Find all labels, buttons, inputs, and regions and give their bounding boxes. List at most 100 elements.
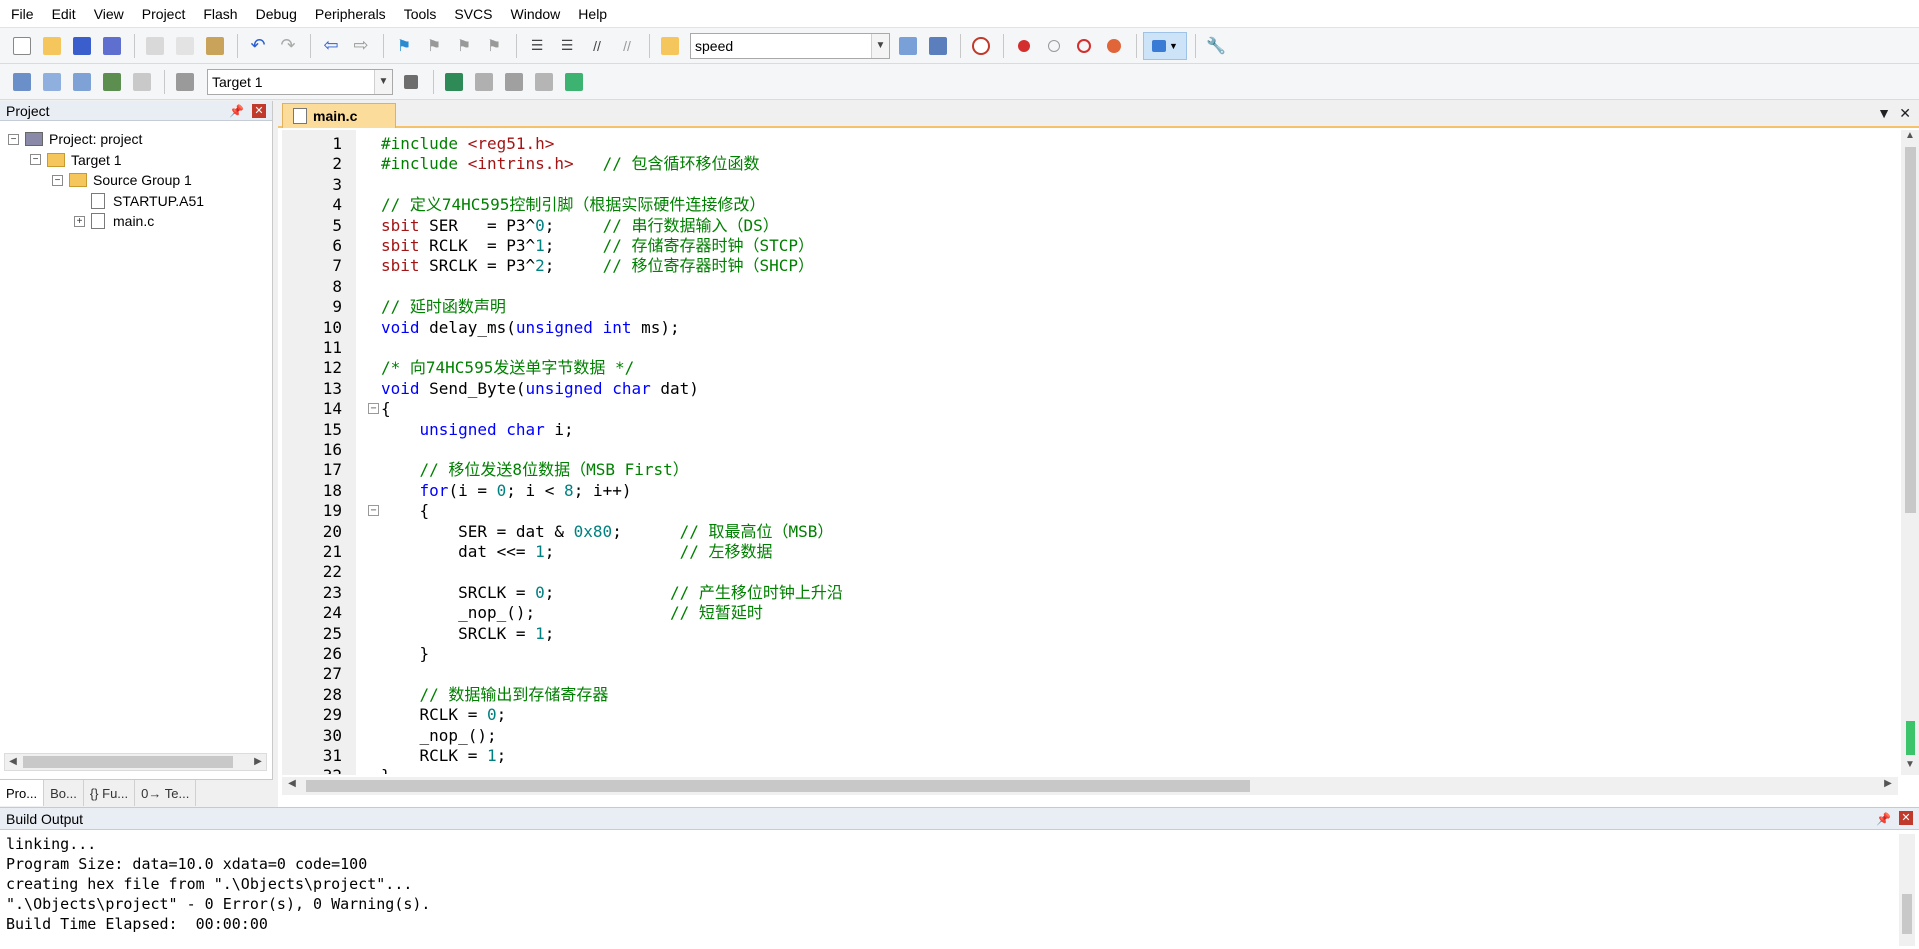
fold-icon[interactable]: − — [368, 403, 379, 415]
paste-icon[interactable] — [201, 32, 229, 60]
kill-breakpoints-icon[interactable] — [1100, 32, 1128, 60]
menu-debug[interactable]: Debug — [247, 0, 306, 28]
code-text: SER = dat & 0x80; // 取最高位（MSB） — [381, 521, 834, 541]
batch-build-icon[interactable] — [98, 68, 126, 96]
menu-svcs[interactable]: SVCS — [445, 0, 501, 28]
prev-bookmark-icon[interactable]: ⚑ — [420, 32, 448, 60]
panel-tab[interactable]: Bo... — [44, 780, 84, 806]
undo-icon[interactable]: ↶ — [244, 32, 272, 60]
close-icon[interactable]: ✕ — [252, 104, 266, 118]
build-vscrollbar[interactable] — [1899, 834, 1915, 946]
collapse-icon[interactable]: − — [52, 174, 63, 186]
navigate-forward-icon[interactable]: ⇨ — [347, 32, 375, 60]
build-icon[interactable] — [38, 68, 66, 96]
build-output-title: Build Output 📌 ✕ — [0, 808, 1919, 830]
tree-item[interactable]: + main.c — [74, 210, 154, 232]
menu-file[interactable]: File — [2, 0, 43, 28]
line-number: 19 — [322, 501, 342, 521]
replace-icon[interactable] — [924, 32, 952, 60]
navigate-back-icon[interactable]: ⇦ — [317, 32, 345, 60]
select-software-packs-icon[interactable] — [530, 68, 558, 96]
tab-main-c[interactable]: main.c — [282, 103, 396, 128]
menu-window[interactable]: Window — [502, 0, 570, 28]
pack-installer-icon[interactable] — [500, 68, 528, 96]
bookmark-icon[interactable]: ⚑ — [390, 32, 418, 60]
chevron-down-icon[interactable]: ▼ — [374, 69, 392, 94]
menu-bar: File Edit View Project Flash Debug Peripherals… — [0, 0, 1919, 28]
menu-project[interactable]: Project — [133, 0, 195, 28]
code-text: // 移位发送8位数据（MSB First） — [419, 460, 689, 480]
find-in-files-icon[interactable] — [656, 32, 684, 60]
menu-view[interactable]: View — [85, 0, 133, 28]
close-icon[interactable]: ✕ — [1899, 811, 1913, 825]
next-bookmark-icon[interactable]: ⚑ — [450, 32, 478, 60]
tree-item[interactable]: − Project: project — [8, 128, 142, 150]
close-tab-icon[interactable]: ✕ — [1899, 105, 1911, 122]
fold-icon[interactable]: − — [368, 505, 379, 517]
disable-breakpoints-icon[interactable] — [1070, 32, 1098, 60]
line-number: 11 — [322, 338, 342, 357]
find-icon[interactable] — [894, 32, 922, 60]
collapse-icon[interactable]: − — [8, 133, 19, 145]
scroll-left-icon[interactable]: ◀ — [5, 754, 21, 770]
target-options-icon[interactable] — [397, 68, 425, 96]
editor-vscrollbar[interactable]: ▲ ▼ — [1901, 130, 1919, 775]
panel-tab[interactable]: Pro... — [0, 780, 45, 806]
redo-icon[interactable]: ↷ — [274, 32, 302, 60]
panel-tab[interactable]: 0→ Te... — [135, 780, 197, 806]
tab-list-icon[interactable]: ▼ — [1877, 105, 1891, 121]
collapse-icon[interactable]: − — [30, 154, 41, 165]
enable-breakpoint-icon[interactable] — [1040, 32, 1068, 60]
target-combo[interactable]: Target 1 ▼ — [207, 68, 393, 95]
scroll-thumb[interactable] — [306, 780, 1250, 792]
tree-item[interactable]: − Source Group 1 — [52, 169, 192, 191]
comment-icon[interactable]: // — [583, 32, 611, 60]
save-icon[interactable] — [68, 32, 96, 60]
pin-icon[interactable]: 📌 — [229, 101, 244, 121]
debug-session-icon[interactable] — [967, 32, 995, 60]
open-file-icon[interactable] — [38, 32, 66, 60]
pin-icon[interactable]: 📌 — [1876, 808, 1891, 830]
download-icon[interactable] — [171, 68, 199, 96]
chevron-down-icon[interactable]: ▼ — [871, 33, 889, 58]
menu-tools[interactable]: Tools — [395, 0, 446, 28]
copy-icon[interactable] — [171, 32, 199, 60]
menu-help[interactable]: Help — [569, 0, 616, 28]
insert-breakpoint-icon[interactable] — [1010, 32, 1038, 60]
stop-build-icon[interactable] — [128, 68, 156, 96]
scroll-down-icon[interactable]: ▼ — [1901, 759, 1919, 775]
code-editor[interactable]: 1 #include <reg51.h> 2 #include <intrins.h>… — [278, 134, 1878, 774]
translate-icon[interactable] — [8, 68, 36, 96]
find-combo[interactable]: speed ▼ — [690, 32, 890, 59]
expand-icon[interactable]: + — [74, 215, 85, 227]
save-all-icon[interactable] — [98, 32, 126, 60]
tree-item[interactable]: − Target 1 — [30, 149, 122, 171]
run-time-environment-icon[interactable] — [560, 68, 588, 96]
scroll-up-icon[interactable]: ▲ — [1901, 130, 1919, 146]
rebuild-icon[interactable] — [68, 68, 96, 96]
tree-item[interactable]: STARTUP.A51 — [74, 190, 204, 212]
scroll-left-icon[interactable]: ◀ — [284, 778, 300, 789]
panel-tab[interactable]: {} Fu... — [84, 780, 136, 806]
scroll-thumb[interactable] — [23, 756, 233, 768]
scroll-right-icon[interactable]: ▶ — [1880, 778, 1896, 789]
editor-hscrollbar[interactable]: ◀ ▶ — [282, 777, 1898, 795]
scroll-thumb[interactable] — [1905, 147, 1916, 513]
file-extensions-icon[interactable] — [470, 68, 498, 96]
new-file-icon[interactable] — [8, 32, 36, 60]
menu-edit[interactable]: Edit — [43, 0, 85, 28]
window-layout-icon[interactable]: ▼ — [1143, 31, 1187, 60]
scroll-right-icon[interactable]: ▶ — [250, 754, 266, 770]
configure-icon[interactable]: 🔧 — [1202, 32, 1230, 60]
uncomment-icon[interactable]: // — [613, 32, 641, 60]
unindent-icon[interactable]: ☰ — [553, 32, 581, 60]
project-hscrollbar[interactable]: ◀ ▶ — [4, 753, 267, 771]
scroll-thumb[interactable] — [1902, 894, 1912, 934]
menu-flash[interactable]: Flash — [194, 0, 246, 28]
cut-icon[interactable] — [141, 32, 169, 60]
menu-peripherals[interactable]: Peripherals — [306, 0, 395, 28]
clear-bookmarks-icon[interactable]: ⚑ — [480, 32, 508, 60]
manage-components-icon[interactable] — [440, 68, 468, 96]
line-number: 16 — [322, 440, 342, 459]
indent-icon[interactable]: ☰ — [523, 32, 551, 60]
